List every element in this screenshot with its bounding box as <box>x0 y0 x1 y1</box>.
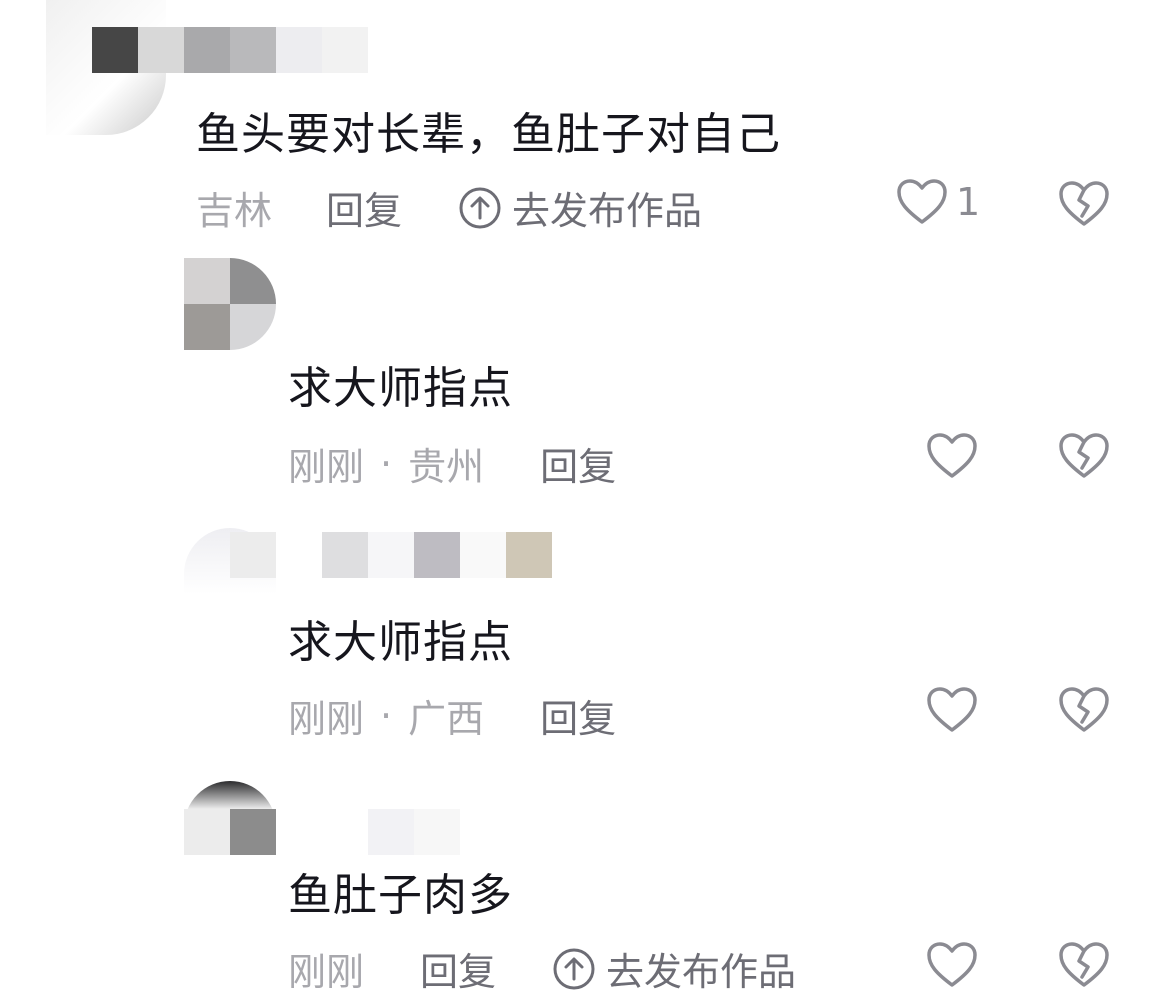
comment-time: 刚刚 <box>288 697 365 741</box>
comment-meta: 吉林 回复 去发布作品 <box>196 180 702 235</box>
comment-meta: 刚刚 回复 去发布作品 <box>288 941 796 996</box>
broken-heart-icon <box>1059 942 1109 987</box>
heart-outline-icon <box>927 687 977 732</box>
heart-outline-icon <box>927 433 977 478</box>
dislike-button[interactable] <box>1058 941 1110 993</box>
dislike-button[interactable] <box>1058 686 1110 738</box>
comment-time: 刚刚 <box>288 950 365 994</box>
reply-item: 求大师指点 刚刚 · 广西 回复 <box>0 500 1170 755</box>
reply-item: 鱼肚子肉多 刚刚 回复 去发布作品 <box>0 755 1170 999</box>
dislike-button[interactable] <box>1058 180 1110 232</box>
meta-separator: · <box>380 441 393 486</box>
broken-heart-icon <box>1059 181 1109 226</box>
like-button[interactable]: 1 <box>896 178 980 226</box>
comment-time: 刚刚 <box>288 445 365 489</box>
comment-text: 鱼肚子肉多 <box>288 870 513 921</box>
username-blurred[interactable] <box>92 27 368 73</box>
reply-item: 求大师指点 刚刚 · 贵州 回复 <box>0 250 1170 500</box>
publish-work-button[interactable]: 去发布作品 <box>458 180 702 235</box>
like-button[interactable] <box>926 686 978 734</box>
comment-location: 吉林 <box>196 189 273 233</box>
arrow-up-circle-icon <box>459 187 501 228</box>
comment-location: 贵州 <box>408 445 485 489</box>
like-button[interactable] <box>926 941 978 989</box>
comment-location: 广西 <box>408 697 485 741</box>
publish-work-label: 去发布作品 <box>606 950 797 994</box>
meta-separator: · <box>380 693 393 738</box>
username-blurred[interactable] <box>184 809 460 855</box>
comment-text: 求大师指点 <box>288 617 513 668</box>
broken-heart-icon <box>1059 687 1109 732</box>
heart-outline-icon <box>897 179 947 224</box>
comment-meta: 刚刚 · 贵州 回复 <box>288 436 616 491</box>
comment-item: 鱼头要对长辈，鱼肚子对自己 吉林 回复 去发布作品 1 <box>0 0 1170 250</box>
like-count: 1 <box>956 180 981 224</box>
arrow-up-circle-icon <box>553 948 595 989</box>
comment-text: 鱼头要对长辈，鱼肚子对自己 <box>196 109 781 160</box>
comment-meta: 刚刚 · 广西 回复 <box>288 688 616 743</box>
comment-text: 求大师指点 <box>288 363 513 414</box>
username-blurred[interactable] <box>230 532 552 578</box>
broken-heart-icon <box>1059 433 1109 478</box>
dislike-button[interactable] <box>1058 432 1110 484</box>
reply-button[interactable]: 回复 <box>326 180 402 235</box>
reply-button[interactable]: 回复 <box>540 688 616 743</box>
publish-work-button[interactable]: 去发布作品 <box>552 941 796 996</box>
avatar[interactable] <box>184 258 276 350</box>
heart-outline-icon <box>927 942 977 987</box>
publish-work-label: 去发布作品 <box>512 189 703 233</box>
reply-button[interactable]: 回复 <box>420 941 496 996</box>
like-button[interactable] <box>926 432 978 480</box>
reply-button[interactable]: 回复 <box>540 436 616 491</box>
